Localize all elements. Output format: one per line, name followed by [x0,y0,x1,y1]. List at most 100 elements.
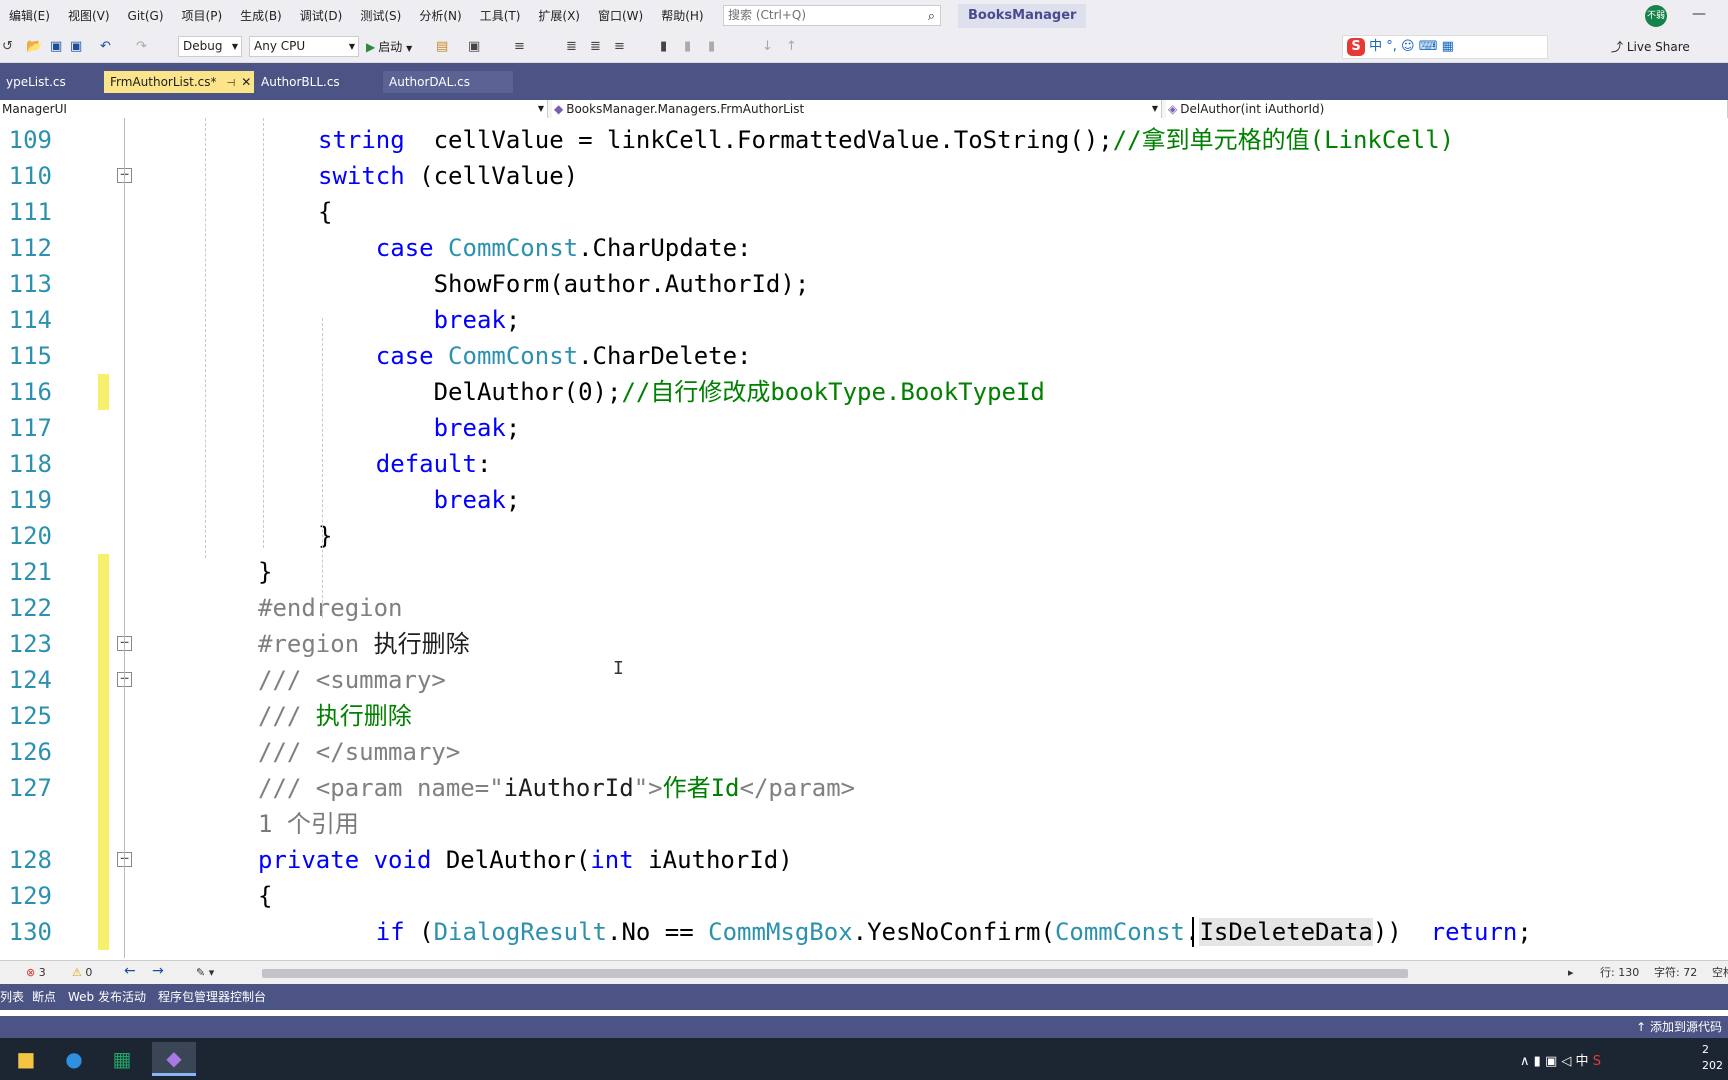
step-up-icon[interactable]: ↑ [786,38,797,56]
nav-back-icon[interactable]: ← [124,963,136,979]
chevron-down-icon: ▼ [406,44,413,53]
visual-studio-icon[interactable]: ◆ [152,1042,196,1076]
indent-icon[interactable]: ≣ [590,38,601,56]
save-all-icon[interactable]: ▣ [70,38,82,56]
brush-icon[interactable]: ✎ ▾ [196,965,214,981]
code-line[interactable]: 115 case CommConst.CharDelete: [0,338,1728,374]
tool-tab-list[interactable]: 列表 [0,989,24,1005]
file-explorer-icon[interactable]: ■ [4,1042,48,1076]
code-line[interactable]: 119 break; [0,482,1728,518]
platform-select[interactable]: Any CPU ▼ [249,36,359,57]
menu-item[interactable]: 帮助(H) [652,0,712,32]
menu-item[interactable]: 视图(V) [59,0,119,32]
code-line[interactable]: 120} [0,518,1728,554]
prev-bookmark-icon[interactable]: ▮ [684,38,691,56]
code-line[interactable]: 128−private void DelAuthor(int iAuthorId… [0,842,1728,878]
find-in-files-icon[interactable]: ▤ [436,38,448,56]
next-bookmark-icon[interactable]: ▮ [708,38,715,56]
menu-item[interactable]: 工具(T) [471,0,530,32]
line-indicator: 行: 130 [1600,966,1640,979]
ime-indicator[interactable]: 中 [1576,1054,1589,1069]
column-indicator: 字符: 72 [1654,966,1698,979]
menu-item[interactable]: 扩展(X) [529,0,589,32]
undo-icon[interactable]: ↶ [100,38,111,56]
bookmark-icon[interactable]: ▮ [660,38,667,56]
menu-item[interactable]: 测试(S) [351,0,410,32]
chevron-up-icon[interactable]: ∧ [1520,1054,1530,1069]
warning-count[interactable]: ⚠ 0 [72,965,92,981]
scroll-right-icon[interactable]: ▸ [1568,965,1574,981]
outdent-icon[interactable]: ≣ [566,38,577,56]
volume-icon[interactable]: ◁ [1561,1054,1571,1069]
sogou-browser-icon[interactable]: ● [52,1042,96,1076]
horizontal-scrollbar[interactable] [262,969,1408,978]
save-icon[interactable]: ▣ [50,38,62,56]
code-line[interactable]: 129 { [0,878,1728,914]
tab-typelist[interactable]: ypeList.cs [0,71,104,93]
tab-frmauthorlist[interactable]: FrmAuthorList.cs* ⊣ ✕ [104,71,254,93]
avatar[interactable]: 不弱 [1645,5,1667,27]
class-dropdown[interactable]: ◆ BooksManager.Managers.FrmAuthorList ▼ [552,100,1162,118]
code-line[interactable]: 130 if (DialogResult.No == CommMsgBox.Ye… [0,914,1728,950]
pin-icon[interactable]: ⊣ [226,78,235,89]
code-editor[interactable]: 109 string cellValue = linkCell.Formatted… [0,118,1728,958]
search-input[interactable]: 搜索 (Ctrl+Q) ⌕ [723,5,941,26]
redo-icon[interactable]: ↷ [136,38,147,56]
microphone-icon[interactable]: ▮ [1534,1054,1541,1069]
step-icon[interactable]: ≡ [514,38,525,56]
code-line[interactable]: 109 string cellValue = linkCell.Formatted… [0,122,1728,158]
code-line[interactable]: 117 break; [0,410,1728,446]
excel-icon[interactable]: ▦ [100,1042,144,1076]
tool-tab-breakpoints[interactable]: 断点 [32,989,56,1005]
code-line[interactable]: 125 /// 执行删除 [0,698,1728,734]
whitespace-mode[interactable]: 空格 [1712,965,1728,981]
navigate-back-icon[interactable]: ↺ [2,38,13,56]
error-count[interactable]: ⊗ 3 [26,965,46,981]
code-line[interactable]: 113 ShowForm(author.AuthorId); [0,266,1728,302]
comment-icon[interactable]: ≡ [614,38,625,56]
network-icon[interactable]: ▣ [1545,1054,1557,1069]
menu-item[interactable]: 项目(P) [173,0,232,32]
live-share-button[interactable]: ⤴ Live Share [1611,38,1690,56]
nav-forward-icon[interactable]: → [152,963,164,979]
minimize-icon[interactable]: — [1692,6,1706,22]
code-line[interactable]: 118 default: [0,446,1728,482]
member-dropdown[interactable]: ◈ DelAuthor(int iAuthorId) [1166,100,1728,118]
clock[interactable]: 2 202 [1702,1042,1723,1074]
tab-authorbll[interactable]: AuthorBLL.cs [255,71,383,93]
tool-tab-package-console[interactable]: 程序包管理器控制台 [158,989,266,1005]
sogou-tray-icon[interactable]: S [1593,1054,1601,1069]
menu-item[interactable]: 调试(D) [291,0,352,32]
code-line[interactable]: 124−/// <summary> [0,662,1728,698]
code-line[interactable]: 111 { [0,194,1728,230]
code-line[interactable]: 110−switch (cellValue) [0,158,1728,194]
code-token: } [318,522,333,550]
configuration-select[interactable]: Debug ▼ [178,36,242,57]
code-line[interactable]: 121} [0,554,1728,590]
start-button[interactable]: ▶ 启动 ▼ [366,38,412,58]
menu-item[interactable]: 分析(N) [410,0,470,32]
menu-item[interactable]: 生成(B) [231,0,291,32]
code-line[interactable]: 1 个引用 [0,806,1728,842]
open-folder-icon[interactable]: 📂 [26,38,42,56]
code-line[interactable]: 126 /// </summary> [0,734,1728,770]
search-placeholder: 搜索 (Ctrl+Q) [728,8,807,22]
step-down-icon[interactable]: ↓ [762,38,773,56]
code-line[interactable]: 114 break; [0,302,1728,338]
code-line[interactable]: 123−#region 执行删除 [0,626,1728,662]
menu-item[interactable]: 编辑(E) [0,0,59,32]
tool-tab-web-publish[interactable]: Web 发布活动 [68,989,146,1005]
add-to-source-control-button[interactable]: ↑ 添加到源代码 [1636,1019,1722,1035]
ime-toolbar[interactable]: S 中 °, ☺ ⌨ ▦ [1342,35,1548,59]
project-dropdown[interactable]: ManagerUI ▼ [0,100,548,118]
screenshot-icon[interactable]: ▣ [468,38,480,56]
code-line[interactable]: 116 DelAuthor(0);//自行修改成bookType.BookTyp… [0,374,1728,410]
code-line[interactable]: 127 /// <param name="iAuthorId">作者Id</par… [0,770,1728,806]
close-icon[interactable]: ✕ [241,75,251,89]
code-line[interactable]: 122 #endregion [0,590,1728,626]
menu-item[interactable]: 窗口(W) [589,0,652,32]
menu-item[interactable]: Git(G) [119,0,173,32]
code-line[interactable]: 112 case CommConst.CharUpdate: [0,230,1728,266]
tab-authordal[interactable]: AuthorDAL.cs [383,71,513,93]
